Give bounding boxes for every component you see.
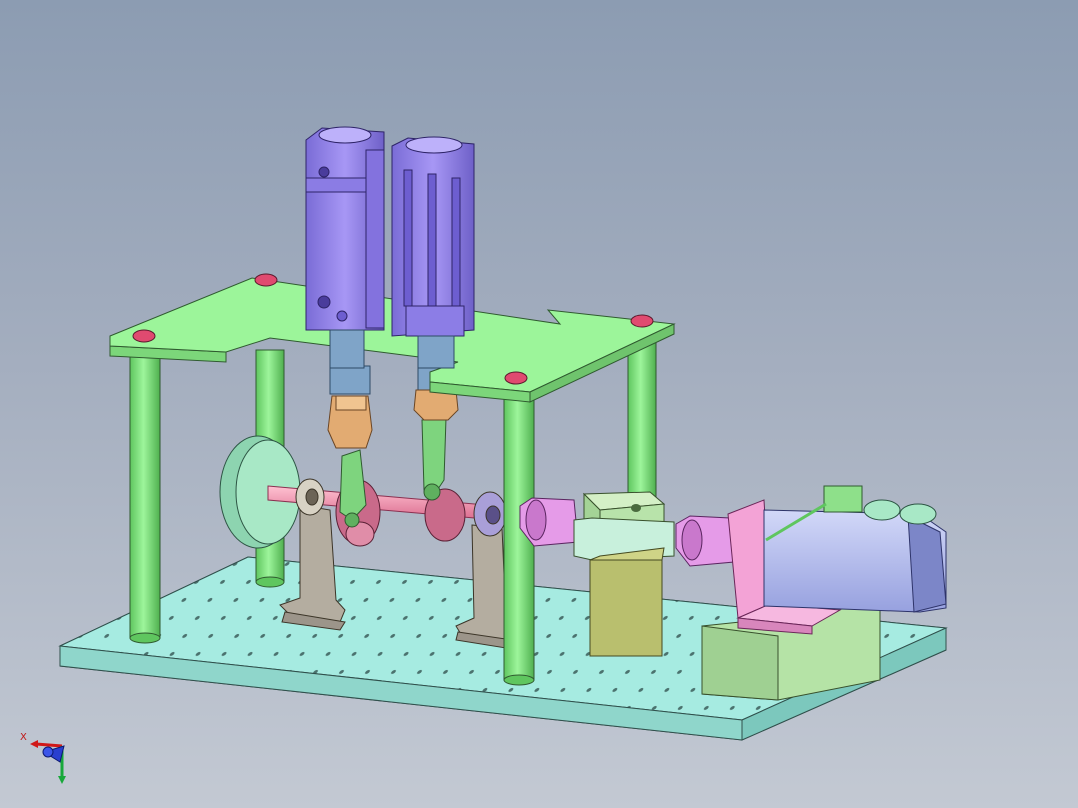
assembly-model[interactable] [0,0,1078,808]
pneumatic-cylinder-right[interactable] [391,136,475,369]
cad-viewport[interactable]: X [0,0,1078,808]
front-column-left[interactable] [129,349,161,644]
x-axis-label: X [20,732,27,743]
servo-motor[interactable] [763,485,947,613]
crank-arm-left[interactable] [335,449,381,547]
coupling-right[interactable] [675,515,735,567]
axis-triad-icon: X [20,732,66,784]
crank-arm-right[interactable] [421,417,466,542]
rod-end-left[interactable] [327,365,373,449]
coupling-left[interactable] [519,497,579,547]
